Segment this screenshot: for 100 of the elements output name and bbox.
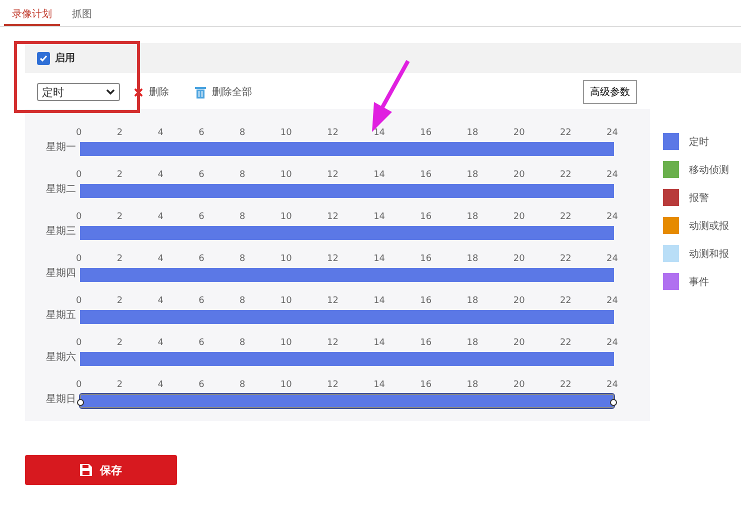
hour-tick-label: 0: [76, 128, 82, 138]
hour-tick-label: 24: [606, 212, 618, 222]
hour-tick-label: 22: [560, 212, 572, 222]
hour-tick-label: 22: [560, 170, 572, 180]
schedule-bar[interactable]: [80, 268, 614, 282]
hour-tick-label: 4: [158, 254, 164, 264]
tab[interactable]: 录像计划: [4, 4, 60, 26]
hour-tick-label: 10: [280, 296, 292, 306]
hour-tick-label: 18: [466, 380, 478, 390]
hour-tick-label: 2: [116, 380, 123, 390]
hour-tick-label: 2: [116, 128, 123, 138]
hour-tick-label: 20: [513, 338, 525, 348]
hour-tick-label: 4: [158, 296, 164, 306]
tab[interactable]: 抓图: [64, 4, 100, 26]
hour-tick-label: 4: [158, 170, 164, 180]
hour-tick-label: 6: [198, 170, 204, 180]
schedule-bar[interactable]: [80, 142, 614, 156]
hour-tick-label: 14: [374, 296, 386, 306]
hour-tick-label: 18: [466, 254, 478, 264]
schedule-bar[interactable]: [80, 226, 614, 240]
hour-tick-label: 12: [326, 128, 338, 138]
hour-tick-label: 16: [420, 296, 432, 306]
hour-tick-label: 12: [326, 170, 338, 180]
day-label: 星期一: [45, 140, 76, 154]
day-label: 星期五: [45, 308, 76, 322]
hour-tick-label: 14: [374, 338, 386, 348]
day-label: 星期二: [45, 182, 76, 196]
schedule-bar[interactable]: [80, 352, 614, 366]
advanced-params-button[interactable]: 高级参数: [583, 80, 637, 104]
legend-label: 报警: [689, 192, 709, 204]
hour-tick-label: 0: [76, 296, 82, 306]
hour-tick-label: 16: [420, 170, 432, 180]
hour-tick-label: 2: [116, 338, 123, 348]
hour-tick-label: 20: [513, 296, 525, 306]
hour-tick-label: 4: [158, 128, 164, 138]
hour-tick-label: 16: [420, 212, 432, 222]
hour-tick-label: 12: [326, 254, 338, 264]
resize-handle[interactable]: [610, 399, 617, 406]
check-icon: [39, 54, 48, 62]
hour-tick-label: 10: [280, 338, 292, 348]
hour-tick-label: 8: [240, 128, 246, 138]
hour-tick-label: 6: [198, 380, 204, 390]
hour-tick-label: 2: [116, 212, 123, 222]
hour-tick-label: 4: [158, 212, 164, 222]
mode-select[interactable]: 定时: [37, 83, 120, 101]
hour-tick-label: 20: [513, 380, 525, 390]
hour-tick-label: 24: [606, 128, 618, 138]
hour-tick-label: 14: [374, 254, 386, 264]
hour-tick-label: 0: [76, 170, 82, 180]
hour-tick-label: 0: [76, 254, 82, 264]
hour-tick-label: 10: [280, 128, 292, 138]
hour-tick-label: 8: [240, 296, 246, 306]
hour-tick-label: 20: [513, 212, 525, 222]
legend-label: 事件: [689, 276, 709, 288]
hour-tick-label: 10: [280, 170, 292, 180]
legend-label: 动测或报: [689, 220, 729, 232]
hour-tick-label: 22: [560, 128, 572, 138]
hour-tick-label: 8: [240, 170, 246, 180]
hour-tick-label: 20: [513, 170, 525, 180]
hour-tick-label: 8: [240, 212, 246, 222]
schedule-bar[interactable]: [80, 310, 614, 324]
day-label: 星期四: [45, 266, 76, 280]
hour-tick-label: 6: [198, 212, 204, 222]
hour-tick-label: 0: [76, 380, 82, 390]
hour-tick-label: 0: [76, 212, 82, 222]
trash-icon: [195, 86, 206, 98]
hour-tick-label: 10: [280, 380, 292, 390]
hour-tick-label: 2: [116, 296, 123, 306]
hour-tick-label: 24: [606, 254, 618, 264]
resize-handle[interactable]: [77, 399, 84, 406]
hour-tick-label: 22: [560, 254, 572, 264]
hour-tick-label: 22: [560, 296, 572, 306]
legend-label: 动测和报: [689, 248, 729, 260]
hour-tick-label: 18: [466, 296, 478, 306]
hour-tick-label: 24: [606, 338, 618, 348]
hour-tick-label: 22: [560, 380, 572, 390]
caret-icon: [106, 89, 115, 95]
enable-label: 启用: [55, 51, 75, 65]
hour-tick-label: 18: [466, 338, 478, 348]
hour-tick-label: 18: [466, 128, 478, 138]
hour-tick-label: 10: [280, 254, 292, 264]
save-button[interactable]: 保存: [25, 455, 177, 485]
hour-tick-label: 14: [374, 212, 386, 222]
cross-icon: [134, 88, 143, 96]
day-label: 星期六: [45, 350, 76, 364]
hour-tick-label: 14: [374, 380, 386, 390]
hour-tick-label: 24: [606, 296, 618, 306]
hour-tick-label: 20: [513, 128, 525, 138]
enable-checkbox[interactable]: [37, 52, 50, 64]
hour-tick-label: 8: [240, 380, 246, 390]
legend-label: 定时: [689, 136, 709, 148]
schedule-bar[interactable]: [80, 184, 614, 198]
hour-tick-label: 24: [606, 380, 618, 390]
hour-tick-label: 20: [513, 254, 525, 264]
hour-tick-label: 4: [158, 338, 164, 348]
day-label: 星期三: [45, 224, 76, 238]
delete-button[interactable]: 删除: [134, 85, 169, 99]
hour-tick-label: 8: [240, 254, 246, 264]
hour-tick-label: 12: [326, 296, 338, 306]
delete-all-button[interactable]: 删除全部: [195, 85, 252, 99]
